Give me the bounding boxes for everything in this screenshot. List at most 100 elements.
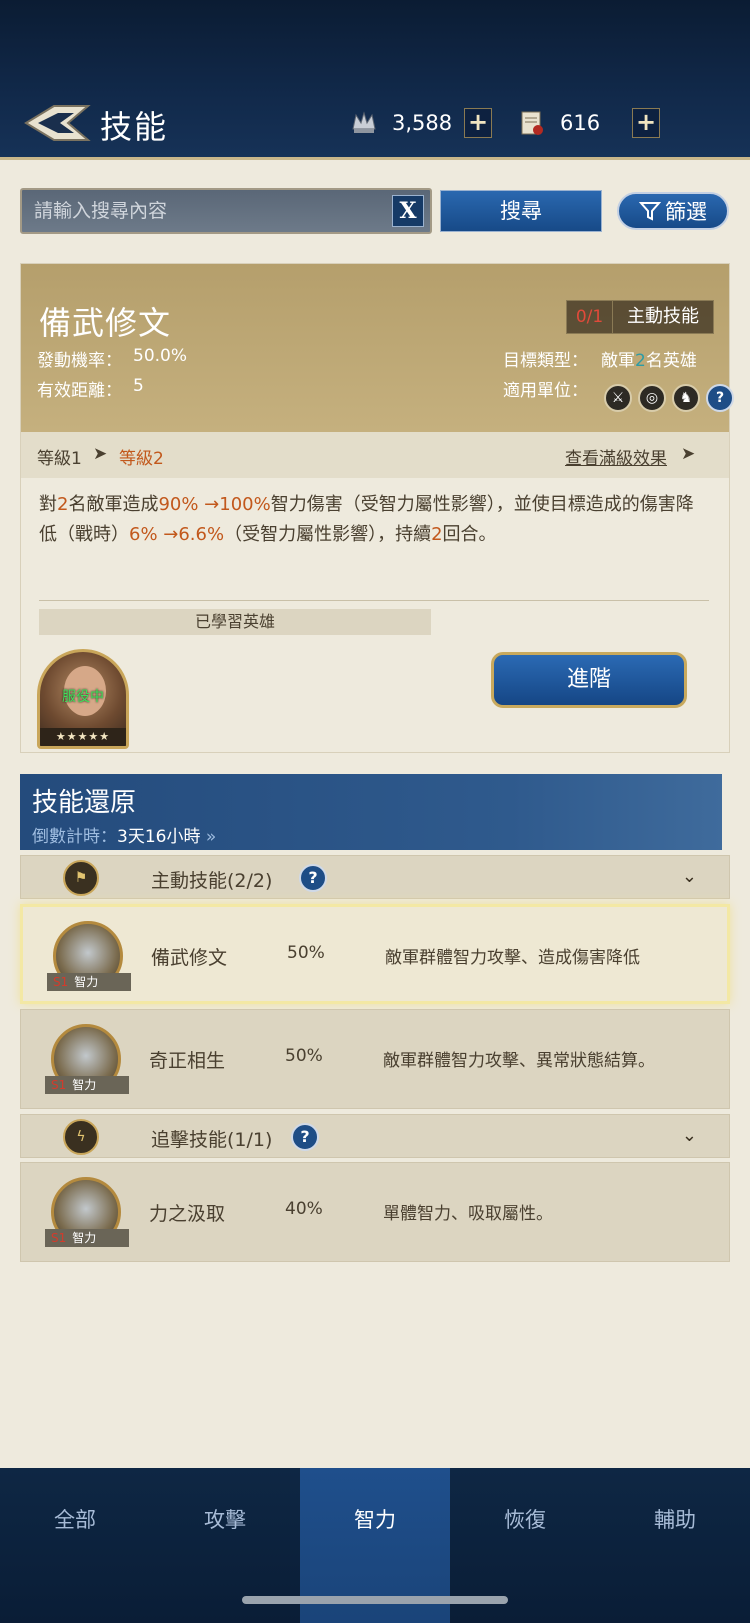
skill-row-percent: 50% — [285, 1046, 323, 1066]
skill-type-badge: 0/1 主動技能 — [566, 300, 714, 334]
skill-row-percent: 50% — [287, 943, 325, 963]
add-resource-2-button[interactable]: + — [632, 108, 660, 138]
help-icon[interactable]: ? — [291, 1123, 319, 1151]
skill-tag: S1 智力 — [45, 1229, 129, 1247]
target-icon: ◎ — [638, 384, 666, 412]
view-max-level-link[interactable]: 查看滿級效果 — [565, 444, 667, 469]
skill-type-label: 主動技能 — [627, 306, 699, 327]
home-indicator[interactable] — [242, 1596, 508, 1604]
skill-restore-panel: 技能還原 倒數計時：3天16小時 » — [20, 774, 722, 850]
skill-row-desc: 敵軍群體智力攻擊、造成傷害降低 — [385, 948, 640, 968]
search-input[interactable] — [22, 190, 382, 232]
back-arrow-icon — [24, 105, 91, 141]
trigger-value: 50.0% — [133, 346, 188, 366]
trigger-label: 發動機率： — [37, 351, 122, 371]
section-header-active[interactable]: ⚑ 主動技能(2/2) ? ⌄ — [20, 855, 730, 899]
skill-name: 備武修文 — [39, 304, 172, 342]
skill-detail-card: 備武修文 0/1 主動技能 發動機率： 50.0% 有效距離： 5 目標類型： … — [20, 263, 734, 753]
skill-row-desc: 敵軍群體智力攻擊、異常狀態結算。 — [383, 1051, 655, 1071]
skill-row-desc: 單體智力、吸取屬性。 — [383, 1204, 553, 1224]
skill-tag-prefix: S1 — [51, 1231, 67, 1245]
target-label: 目標類型： — [503, 351, 588, 371]
level-row: 等級1 ➤ 等級2 查看滿級效果 ➤ — [21, 432, 729, 478]
skill-row-name: 力之汲取 — [149, 1203, 226, 1225]
horse-icon: ♞ — [672, 384, 700, 412]
filter-button[interactable]: 篩選 — [617, 192, 729, 230]
hero-avatar[interactable]: 服役中 ★★★★★ — [37, 649, 129, 749]
skill-tag-label: 智力 — [72, 1078, 97, 1092]
hero-stars: ★★★★★ — [40, 728, 126, 746]
skill-tag: S1 智力 — [47, 973, 131, 991]
tab-all[interactable]: 全部 — [0, 1468, 150, 1623]
help-icon[interactable]: ? — [299, 864, 327, 892]
divider — [39, 600, 709, 601]
sword-icon: ⚔ — [604, 384, 632, 412]
desc-highlight: 2 — [431, 524, 443, 545]
clear-search-button[interactable]: X — [392, 195, 424, 227]
section-title: 主動技能(2/2) — [151, 870, 273, 892]
countdown-value: 3天16小時 — [117, 827, 201, 847]
desc-highlight: 90% →100% — [158, 494, 271, 515]
countdown: 倒數計時：3天16小時 » — [32, 822, 216, 847]
filter-icon — [639, 202, 661, 221]
section-header-chase[interactable]: ϟ 追擊技能(1/1) ? ⌄ — [20, 1114, 730, 1158]
resource-2: 616 + — [518, 108, 660, 138]
range-label: 有效距離： — [37, 381, 122, 401]
target-suffix: 名英雄 — [645, 351, 697, 371]
chevron-down-icon[interactable]: ⌄ — [682, 866, 697, 887]
filter-label: 篩選 — [665, 200, 707, 224]
help-icon[interactable]: ? — [706, 384, 734, 412]
skill-row[interactable]: S1 智力 奇正相生 50% 敵軍群體智力攻擊、異常狀態結算。 — [20, 1009, 730, 1109]
desc-part: 名敵軍造成 — [68, 494, 159, 515]
level-next: 等級2 — [119, 449, 164, 469]
skill-type-count: 0/1 — [567, 301, 613, 333]
level-current: 等級1 — [37, 449, 82, 469]
desc-part: 對 — [39, 494, 57, 515]
skill-tag: S1 智力 — [45, 1076, 129, 1094]
skill-row[interactable]: S1 智力 備武修文 50% 敵軍群體智力攻擊、造成傷害降低 — [20, 904, 730, 1004]
target-count: 2 — [635, 351, 646, 371]
skill-row-name: 奇正相生 — [149, 1050, 226, 1072]
double-chevron-icon: » — [205, 827, 217, 847]
advance-button[interactable]: 進階 — [491, 652, 687, 708]
skill-row-percent: 40% — [285, 1199, 323, 1219]
resource-1-value: 3,588 — [392, 111, 453, 135]
skill-detail-header: 備武修文 0/1 主動技能 發動機率： 50.0% 有效距離： 5 目標類型： … — [21, 264, 734, 432]
skill-tag-label: 智力 — [74, 975, 99, 989]
desc-part: 回合。 — [442, 524, 497, 545]
crown-icon — [352, 111, 376, 133]
tab-support[interactable]: 輔助 — [600, 1468, 750, 1623]
skill-tag-label: 智力 — [72, 1231, 97, 1245]
resource-2-value: 616 — [560, 111, 601, 135]
units-label: 適用單位： — [503, 381, 588, 401]
section-title: 追擊技能(1/1) — [151, 1129, 273, 1151]
top-bar: 技能 3,588 + 616 + — [0, 0, 750, 160]
skill-description: 對2名敵軍造成90% →100%智力傷害（受智力屬性影響），並使目標造成的傷害降… — [39, 490, 711, 550]
flag-icon: ⚑ — [63, 860, 99, 896]
range-value: 5 — [133, 376, 144, 396]
hero-status: 服役中 — [62, 689, 104, 705]
chevron-right-icon: ➤ — [681, 444, 696, 464]
back-button[interactable] — [22, 100, 92, 146]
lightning-icon: ϟ — [63, 1119, 99, 1155]
desc-highlight: 2 — [57, 494, 69, 515]
resource-1: 3,588 + — [350, 108, 492, 138]
scroll-icon — [521, 111, 543, 135]
learned-heroes-label: 已學習英雄 — [39, 609, 431, 635]
countdown-label: 倒數計時： — [32, 827, 117, 847]
desc-part: （受智力屬性影響），持續 — [224, 524, 432, 545]
target-prefix: 敵軍 — [601, 351, 635, 371]
chevron-down-icon[interactable]: ⌄ — [682, 1125, 697, 1146]
skill-tag-prefix: S1 — [53, 975, 69, 989]
restore-title: 技能還原 — [32, 788, 137, 818]
page-title: 技能 — [100, 108, 169, 146]
skill-row[interactable]: S1 智力 力之汲取 40% 單體智力、吸取屬性。 — [20, 1162, 730, 1262]
level-arrow-icon: ➤ — [93, 444, 108, 464]
target-value: 敵軍2名英雄 — [601, 346, 697, 371]
skill-tag-prefix: S1 — [51, 1078, 67, 1092]
search-button[interactable]: 搜尋 — [440, 190, 602, 232]
add-resource-1-button[interactable]: + — [464, 108, 492, 138]
search-box: X — [20, 188, 432, 234]
unit-icons: ⚔ ◎ ♞ ? — [604, 384, 734, 412]
desc-highlight: 6% →6.6% — [129, 524, 225, 545]
